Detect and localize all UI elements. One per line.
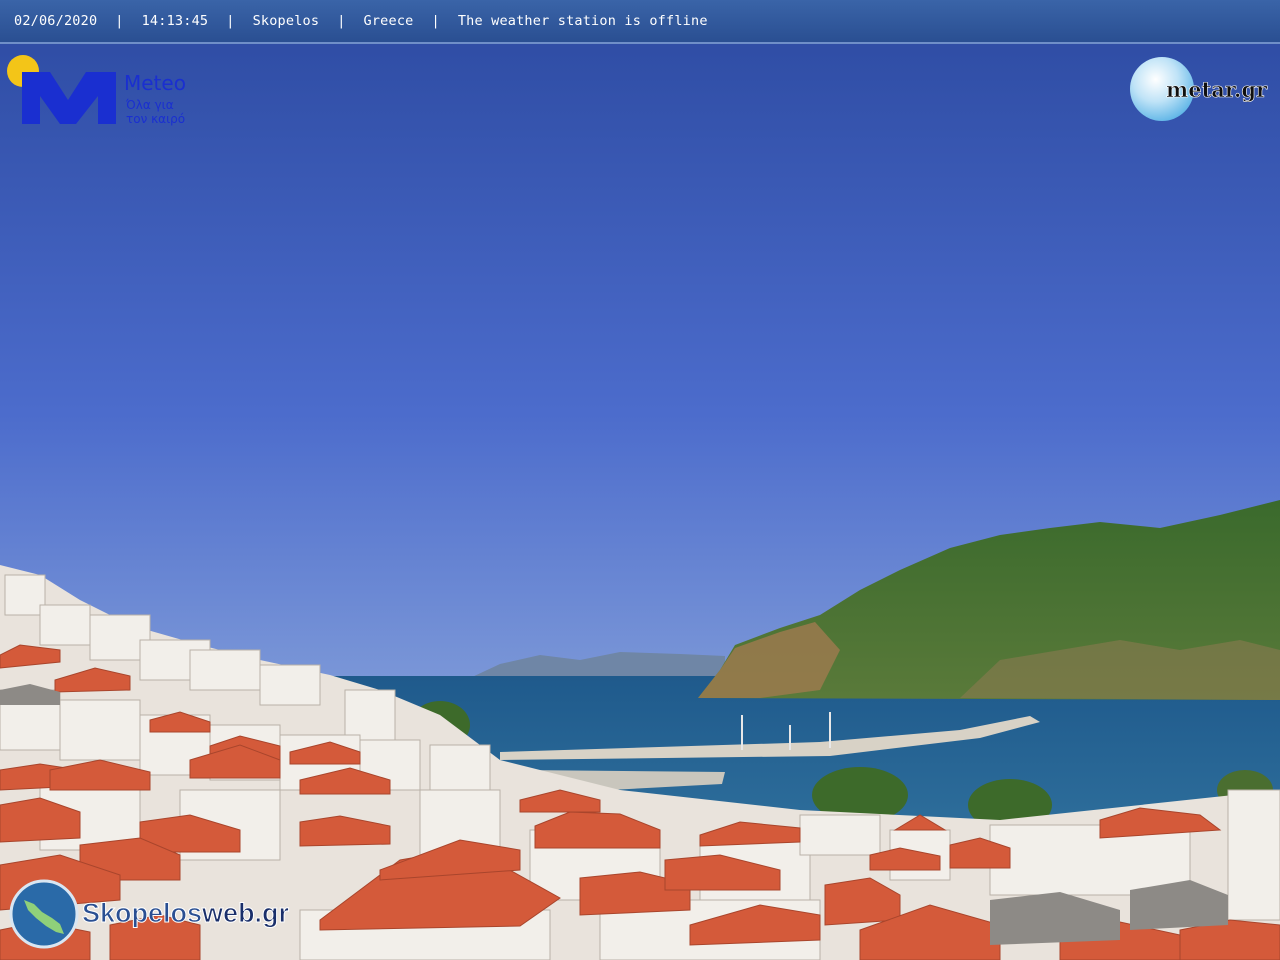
status-message: The weather station is offline	[457, 13, 708, 29]
metar-brand: metar.gr	[1166, 77, 1268, 102]
metar-logo: metar.gr	[1130, 57, 1268, 121]
status-country: Greece	[363, 13, 414, 29]
meteo-tagline: τον καιρό	[126, 112, 185, 126]
status-bar: 02/06/2020 | 14:13:45 | Skopelos | Greec…	[0, 0, 1280, 44]
skopelos-brand-part: web.gr	[201, 898, 290, 928]
status-time: 14:13:45	[141, 13, 209, 29]
skopelos-brand: Skopelosweb.gr	[82, 898, 290, 928]
meteo-tagline: Όλα για	[125, 98, 174, 112]
separator: |	[115, 13, 124, 29]
skopelos-brand-part: Skopelos	[82, 898, 202, 928]
status-date: 02/06/2020	[14, 13, 98, 29]
separator: |	[337, 13, 346, 29]
separator: |	[226, 13, 235, 29]
meteo-brand: Meteo	[124, 71, 186, 95]
status-place: Skopelos	[252, 13, 320, 29]
separator: |	[431, 13, 440, 29]
skopelosweb-logo: Skopelosweb.gr	[9, 879, 290, 949]
meteo-logo: Meteo Όλα για τον καιρό	[7, 55, 186, 126]
webcam-scene	[0, 0, 1280, 960]
m-logo-icon	[22, 72, 116, 124]
